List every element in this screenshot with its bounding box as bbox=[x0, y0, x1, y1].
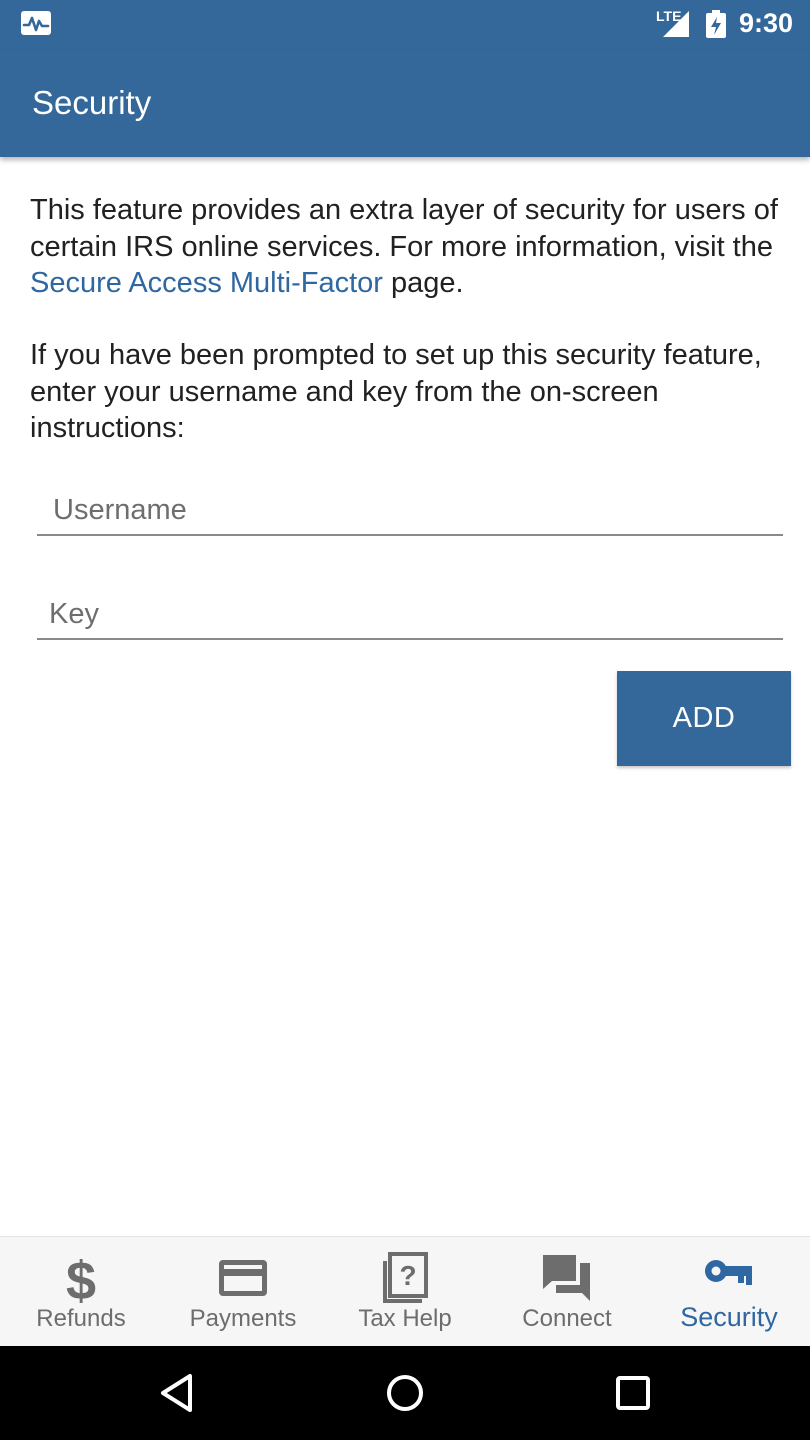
key-input[interactable] bbox=[37, 580, 783, 638]
home-circle-icon[interactable] bbox=[383, 1371, 427, 1415]
nav-label-refunds: Refunds bbox=[36, 1305, 126, 1332]
svg-text:?: ? bbox=[399, 1260, 416, 1291]
status-bar: LTE 9:30 bbox=[0, 0, 810, 50]
credit-card-icon bbox=[219, 1260, 267, 1296]
add-button[interactable]: ADD bbox=[617, 671, 791, 766]
signal-icon: LTE bbox=[655, 8, 691, 38]
back-triangle-icon[interactable] bbox=[156, 1371, 200, 1415]
secure-access-link[interactable]: Secure Access Multi-Factor bbox=[30, 267, 383, 299]
username-input[interactable] bbox=[37, 476, 783, 534]
activity-monitor-icon bbox=[21, 11, 51, 35]
nav-item-security[interactable]: Security bbox=[648, 1237, 810, 1347]
nav-label-connect: Connect bbox=[522, 1305, 612, 1332]
status-time: 9:30 bbox=[739, 8, 794, 38]
intro-text-start: This feature provides an extra layer of … bbox=[30, 194, 778, 263]
recents-square-icon[interactable] bbox=[611, 1371, 655, 1415]
nav-item-payments[interactable]: Payments bbox=[162, 1237, 324, 1347]
instructions-text: If you have been prompted to set up this… bbox=[30, 339, 762, 444]
nav-item-tax-help[interactable]: ? Tax Help bbox=[324, 1237, 486, 1347]
key-field bbox=[37, 580, 783, 640]
key-icon bbox=[705, 1260, 752, 1285]
app-bar: Security bbox=[0, 50, 810, 157]
intro-text: This feature provides an extra layer of … bbox=[30, 192, 800, 302]
system-navigation-bar bbox=[0, 1346, 810, 1440]
nav-item-connect[interactable]: Connect bbox=[486, 1237, 648, 1347]
nav-label-tax-help: Tax Help bbox=[358, 1305, 452, 1332]
page-title: Security bbox=[32, 84, 152, 121]
nav-item-refunds[interactable]: $ Refunds bbox=[0, 1237, 162, 1347]
battery-charging-icon bbox=[706, 10, 726, 38]
nav-label-security: Security bbox=[680, 1302, 778, 1332]
svg-text:$: $ bbox=[66, 1251, 96, 1305]
nav-label-payments: Payments bbox=[189, 1305, 297, 1332]
network-type-label: LTE bbox=[656, 8, 682, 24]
chat-icon bbox=[543, 1255, 590, 1301]
intro-text-end: page. bbox=[382, 267, 464, 299]
username-field bbox=[37, 476, 783, 536]
bottom-navigation: $ Refunds Payments ? Tax Help Connect Se… bbox=[0, 1236, 810, 1346]
dollar-icon: $ bbox=[66, 1251, 96, 1305]
help-document-icon: ? bbox=[383, 1252, 428, 1303]
